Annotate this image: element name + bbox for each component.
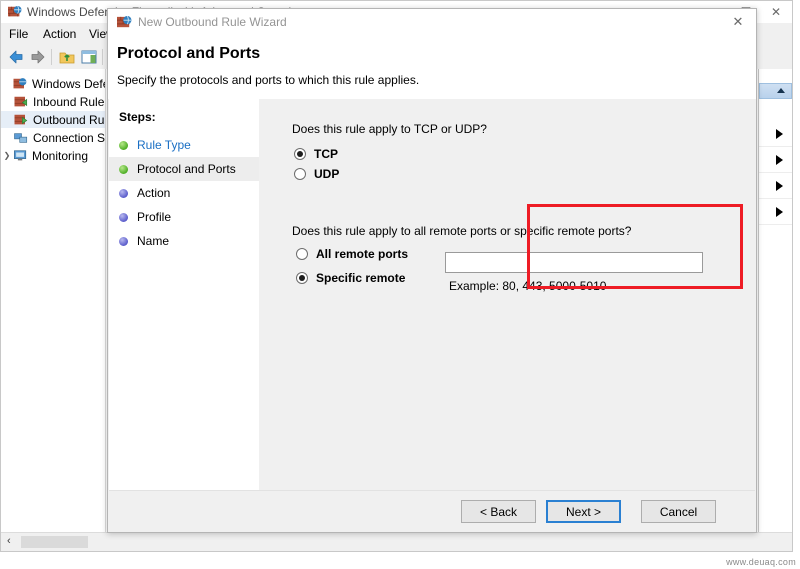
step-bullet-icon — [119, 141, 128, 150]
tree-item-label: Outbound Ru — [33, 113, 104, 127]
steps-heading: Steps: — [119, 110, 156, 124]
annotation-highlight-box — [527, 204, 743, 289]
dialog-close-button[interactable]: ✕ — [720, 9, 756, 35]
chevron-up-icon[interactable] — [777, 88, 785, 93]
radio-all-remote-ports-label: All remote ports — [316, 247, 408, 261]
actions-pane-header[interactable] — [759, 83, 792, 99]
up-folder-icon[interactable] — [58, 48, 76, 66]
close-button[interactable]: ✕ — [761, 1, 791, 23]
step-label: Protocol and Ports — [137, 162, 236, 176]
toolbar-separator — [51, 49, 52, 65]
radio-specific-remote-ports-label: Specific remote — [316, 271, 405, 285]
tree-item-monitoring[interactable]: ❯ Monitoring — [1, 147, 105, 164]
radio-tcp-label: TCP — [314, 147, 338, 161]
radio-button-icon[interactable] — [296, 272, 308, 284]
dialog-title: New Outbound Rule Wizard — [138, 15, 287, 29]
actions-section[interactable] — [759, 121, 792, 147]
firewall-icon — [8, 5, 22, 19]
step-bullet-icon — [119, 213, 128, 222]
step-bullet-icon — [119, 189, 128, 198]
next-button[interactable]: Next > — [546, 500, 621, 523]
step-protocol-and-ports[interactable]: Protocol and Ports — [109, 157, 259, 181]
show-pane-icon[interactable] — [80, 48, 98, 66]
actions-section[interactable] — [759, 173, 792, 199]
radio-tcp[interactable]: TCP — [294, 147, 338, 161]
radio-button-icon[interactable] — [294, 168, 306, 180]
page-title: Protocol and Ports — [117, 45, 260, 63]
back-button[interactable]: < Back — [461, 500, 536, 523]
actions-section[interactable] — [759, 147, 792, 173]
actions-section[interactable] — [759, 225, 792, 250]
radio-udp-label: UDP — [314, 167, 339, 181]
dialog-footer: < Back Next > Cancel — [109, 490, 755, 531]
chevron-left-icon[interactable]: ‹ — [7, 535, 11, 547]
steps-list: Rule Type Protocol and Ports Action Prof… — [109, 133, 259, 253]
outbound-rules-icon — [14, 113, 29, 127]
watermark: www.deuaq.com — [726, 557, 796, 567]
step-label: Name — [137, 234, 169, 248]
step-name[interactable]: Name — [109, 229, 259, 253]
tree-item-label: Connection S — [33, 131, 105, 145]
new-outbound-rule-wizard-dialog: New Outbound Rule Wizard ✕ Protocol and … — [107, 8, 757, 533]
wizard-steps-panel: Steps: Rule Type Protocol and Ports Acti… — [109, 99, 260, 492]
toolbar-separator-2 — [102, 49, 103, 65]
step-profile[interactable]: Profile — [109, 205, 259, 229]
radio-specific-remote-ports[interactable]: Specific remote — [296, 271, 405, 285]
tree-item-connection-security[interactable]: Connection S — [1, 129, 105, 146]
firewall-icon — [117, 15, 132, 30]
back-arrow-icon[interactable] — [7, 48, 25, 66]
forward-arrow-icon[interactable] — [29, 48, 47, 66]
protocol-question-label: Does this rule apply to TCP or UDP? — [292, 122, 487, 136]
actions-pane — [758, 69, 792, 533]
tree-item-outbound-rules[interactable]: Outbound Ru — [1, 111, 105, 128]
navigation-tree: Windows Defend Inbound Rule Outbound Ru — [1, 69, 106, 533]
radio-button-icon[interactable] — [296, 248, 308, 260]
tree-item-label: Inbound Rule — [33, 95, 104, 109]
dialog-header: Protocol and Ports Specify the protocols… — [108, 35, 756, 99]
step-label: Action — [137, 186, 170, 200]
chevron-right-icon[interactable] — [776, 181, 783, 191]
radio-udp[interactable]: UDP — [294, 167, 339, 181]
monitoring-icon — [13, 149, 28, 163]
chevron-right-icon[interactable] — [776, 207, 783, 217]
step-rule-type[interactable]: Rule Type — [109, 133, 259, 157]
step-bullet-icon — [119, 165, 128, 174]
tree-item-root[interactable]: Windows Defend — [1, 75, 105, 92]
tree-item-label: Windows Defend — [32, 77, 105, 91]
radio-button-icon[interactable] — [294, 148, 306, 160]
console-status-bar: ‹ — [1, 532, 792, 551]
connection-security-icon — [14, 131, 29, 145]
step-label: Profile — [137, 210, 171, 224]
dialog-title-bar: New Outbound Rule Wizard ✕ — [108, 9, 756, 35]
menu-file[interactable]: File — [9, 27, 28, 41]
step-label: Rule Type — [137, 138, 191, 152]
radio-all-remote-ports[interactable]: All remote ports — [296, 247, 408, 261]
actions-section[interactable] — [759, 199, 792, 225]
wizard-content-panel: Does this rule apply to TCP or UDP? TCP … — [259, 99, 755, 492]
chevron-right-icon[interactable]: ❯ — [1, 151, 13, 160]
firewall-icon — [13, 77, 28, 91]
chevron-right-icon[interactable] — [776, 129, 783, 139]
tree-item-label: Monitoring — [32, 149, 88, 163]
inbound-rules-icon — [14, 95, 29, 109]
chevron-right-icon[interactable] — [776, 155, 783, 165]
tree-item-inbound-rules[interactable]: Inbound Rule — [1, 93, 105, 110]
cancel-button[interactable]: Cancel — [641, 500, 716, 523]
menu-action[interactable]: Action — [43, 27, 76, 41]
page-subtitle: Specify the protocols and ports to which… — [117, 73, 419, 87]
step-action[interactable]: Action — [109, 181, 259, 205]
status-placeholder — [21, 536, 88, 548]
actions-section[interactable] — [759, 265, 792, 290]
step-bullet-icon — [119, 237, 128, 246]
